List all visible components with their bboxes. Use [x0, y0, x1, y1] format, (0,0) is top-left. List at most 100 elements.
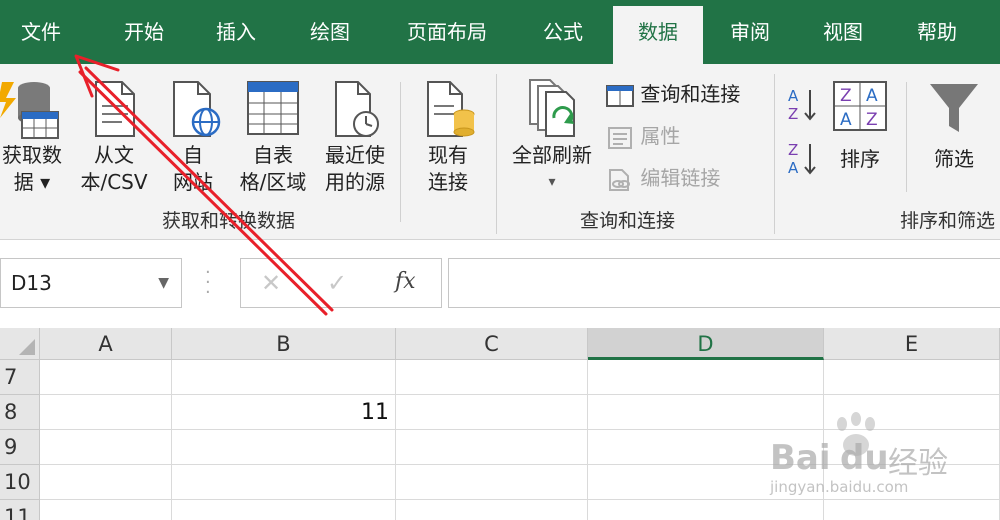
cell-c7[interactable] — [396, 360, 588, 395]
sort-descending-icon[interactable]: Z A — [788, 140, 820, 176]
tab-review[interactable]: 审阅 — [704, 0, 796, 64]
cell-a7[interactable] — [40, 360, 172, 395]
row-header-8[interactable]: 8 — [0, 395, 40, 430]
edit-links-button[interactable]: 编辑链接 — [606, 162, 720, 192]
queries-pane-icon — [606, 84, 634, 107]
column-header-c[interactable]: C — [396, 328, 588, 360]
formula-bar-grip-icon[interactable]: · · · — [205, 264, 211, 302]
group-label-get-transform: 获取和转换数据 — [162, 210, 296, 232]
cell-d9[interactable] — [588, 430, 824, 465]
cell-c8[interactable] — [396, 395, 588, 430]
name-box-dropdown-icon[interactable]: ▼ — [158, 275, 169, 291]
insert-function-icon[interactable]: fx — [395, 269, 416, 294]
ribbon-data: 获取数 据 ▾ 从文 本/CSV 自 网站 自表 格/区域 最近使 用的源 现有… — [0, 64, 1000, 240]
cell-a10[interactable] — [40, 465, 172, 500]
worksheet-grid: A B C D E 7 8 11 9 10 11 — [0, 328, 1000, 520]
cell-e11[interactable] — [824, 500, 1000, 520]
column-header-d[interactable]: D — [588, 328, 824, 360]
cell-b10[interactable] — [172, 465, 396, 500]
cell-d8[interactable] — [588, 395, 824, 430]
row-header-9[interactable]: 9 — [0, 430, 40, 465]
tab-home[interactable]: 开始 — [98, 0, 190, 64]
tab-insert[interactable]: 插入 — [190, 0, 282, 64]
refresh-icon — [529, 79, 575, 137]
tab-data[interactable]: 数据 — [613, 6, 703, 64]
filter-button[interactable]: 筛选 — [918, 72, 990, 198]
from-web-button[interactable]: 自 网站 — [160, 72, 226, 198]
connection-file-icon — [427, 81, 475, 137]
refresh-all-dropdown[interactable]: ▾ — [504, 169, 600, 196]
get-data-label-1: 获取数 — [2, 143, 62, 167]
link-icon — [609, 168, 630, 191]
filter-label: 筛选 — [934, 147, 974, 171]
get-data-button[interactable]: 获取数 据 ▾ — [0, 72, 68, 198]
enter-icon[interactable]: ✓ — [327, 269, 347, 297]
cell-e10[interactable] — [824, 465, 1000, 500]
from-text-csv-button[interactable]: 从文 本/CSV — [74, 72, 154, 198]
cell-d7[interactable] — [588, 360, 824, 395]
cell-a9[interactable] — [40, 430, 172, 465]
cell-a11[interactable] — [40, 500, 172, 520]
recent-sources-button[interactable]: 最近使 用的源 — [318, 72, 392, 198]
existing-conn-label-2: 连接 — [428, 170, 468, 194]
from-web-label-2: 网站 — [173, 170, 213, 194]
recent-sources-label-1: 最近使 — [325, 143, 385, 167]
cell-b7[interactable] — [172, 360, 396, 395]
web-globe-icon — [173, 81, 221, 137]
cell-c9[interactable] — [396, 430, 588, 465]
row-header-7[interactable]: 7 — [0, 360, 40, 395]
table-grid-icon — [247, 81, 299, 135]
queries-connections-button[interactable]: 查询和连接 — [606, 78, 740, 108]
cell-c11[interactable] — [396, 500, 588, 520]
cell-e8[interactable] — [824, 395, 1000, 430]
cancel-icon[interactable]: ✕ — [261, 269, 281, 297]
properties-icon — [608, 126, 632, 149]
properties-button[interactable]: 属性 — [606, 120, 680, 150]
tab-help[interactable]: 帮助 — [890, 0, 984, 64]
tab-file[interactable]: 文件 — [0, 0, 82, 64]
row-header-10[interactable]: 10 — [0, 465, 40, 500]
column-header-e[interactable]: E — [824, 328, 1000, 360]
button-separator — [906, 82, 907, 192]
group-label-queries-connections: 查询和连接 — [580, 210, 676, 232]
existing-connections-button[interactable]: 现有 连接 — [414, 72, 482, 198]
column-header-a[interactable]: A — [40, 328, 172, 360]
tab-page-layout[interactable]: 页面布局 — [388, 0, 506, 64]
select-all-corner[interactable] — [0, 328, 40, 360]
cell-a8[interactable] — [40, 395, 172, 430]
get-data-label-2: 据 ▾ — [13, 170, 51, 194]
tab-draw[interactable]: 绘图 — [284, 0, 376, 64]
cell-b8[interactable]: 11 — [172, 395, 396, 430]
refresh-all-label: 全部刷新 — [512, 143, 592, 167]
name-box[interactable]: D13 ▼ — [0, 258, 182, 308]
formula-bar: D13 ▼ · · · ✕ ✓ fx — [0, 240, 1000, 328]
svg-text:Z: Z — [840, 86, 852, 106]
from-web-label-1: 自 — [183, 143, 203, 167]
cell-b11[interactable] — [172, 500, 396, 520]
database-table-icon — [0, 82, 59, 139]
cell-b9[interactable] — [172, 430, 396, 465]
ribbon-tab-bar: 文件 开始 插入 绘图 页面布局 公式 数据 审阅 视图 帮助 — [0, 0, 1000, 64]
existing-conn-label-1: 现有 — [428, 143, 468, 167]
cell-d10[interactable] — [588, 465, 824, 500]
filter-funnel-icon — [930, 84, 978, 132]
row-header-11[interactable]: 11 — [0, 500, 40, 520]
cell-e7[interactable] — [824, 360, 1000, 395]
sort-ascending-icon[interactable]: A Z — [788, 86, 820, 122]
group-label-sort-filter: 排序和筛选 — [900, 210, 996, 232]
cell-e9[interactable] — [824, 430, 1000, 465]
column-header-b[interactable]: B — [172, 328, 396, 360]
from-table-range-button[interactable]: 自表 格/区域 — [232, 72, 314, 198]
sort-button[interactable]: Z A A Z 排序 — [828, 72, 892, 198]
cell-d11[interactable] — [588, 500, 824, 520]
recent-clock-icon — [335, 81, 379, 137]
cell-c10[interactable] — [396, 465, 588, 500]
refresh-all-button[interactable]: 全部刷新 ▾ — [504, 72, 600, 198]
formula-input[interactable] — [448, 258, 1000, 308]
tab-formulas[interactable]: 公式 — [518, 0, 608, 64]
svg-text:Z: Z — [866, 110, 878, 130]
svg-text:Z: Z — [788, 105, 798, 122]
svg-text:Z: Z — [788, 141, 798, 159]
group-separator — [774, 74, 775, 234]
tab-view[interactable]: 视图 — [796, 0, 890, 64]
